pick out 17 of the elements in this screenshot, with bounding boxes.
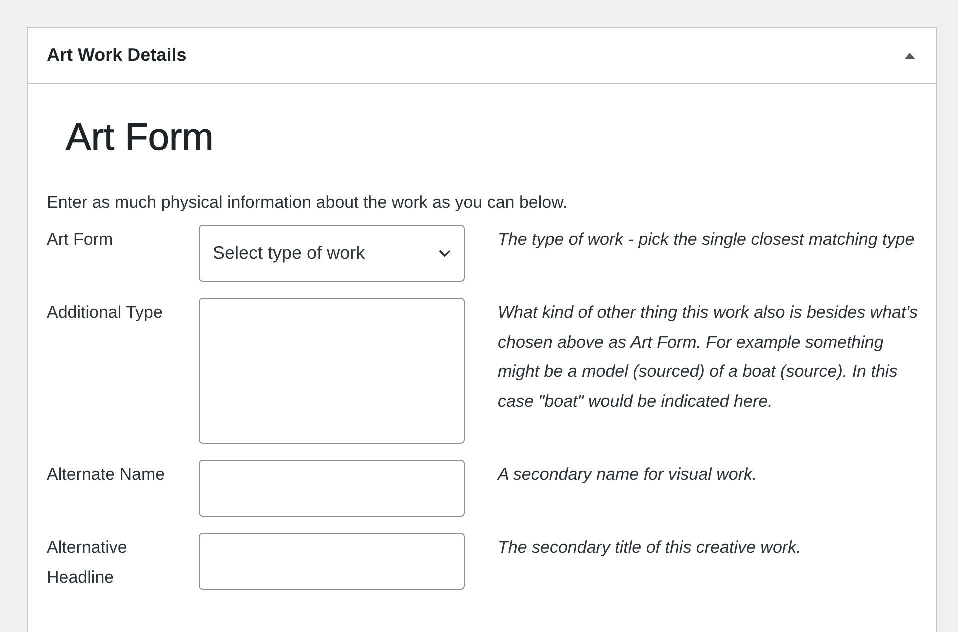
field-label: Additional Type: [47, 302, 164, 324]
intro-text: Enter as much physical information about the work as you can below.: [47, 192, 569, 214]
panel-title: Art Work Details: [47, 45, 187, 66]
collapse-toggle-icon[interactable]: [904, 52, 916, 60]
input-field[interactable]: [199, 460, 465, 517]
chevron-down-icon: [438, 249, 452, 258]
field-description: What kind of other thing this work also is besides what's chosen above as Art Form. For example something might be a model (sourced) of a boat (source). In this case "boat" would be indicated here.: [498, 302, 918, 412]
field-label: Alternative Headline: [47, 537, 128, 589]
field-label: Alternate Name: [47, 464, 166, 486]
field-description: The type of work - pick the single closest matching type: [498, 229, 916, 251]
text-area[interactable]: [199, 298, 465, 444]
input-field[interactable]: [199, 533, 465, 590]
type-dropdown[interactable]: Select type of work: [199, 225, 465, 282]
field-description: The secondary title of this creative work.: [498, 537, 802, 559]
section-heading: Art Form: [66, 116, 215, 161]
field-description: A secondary name for visual work.: [498, 464, 758, 486]
field-label: Art Form: [47, 229, 114, 251]
